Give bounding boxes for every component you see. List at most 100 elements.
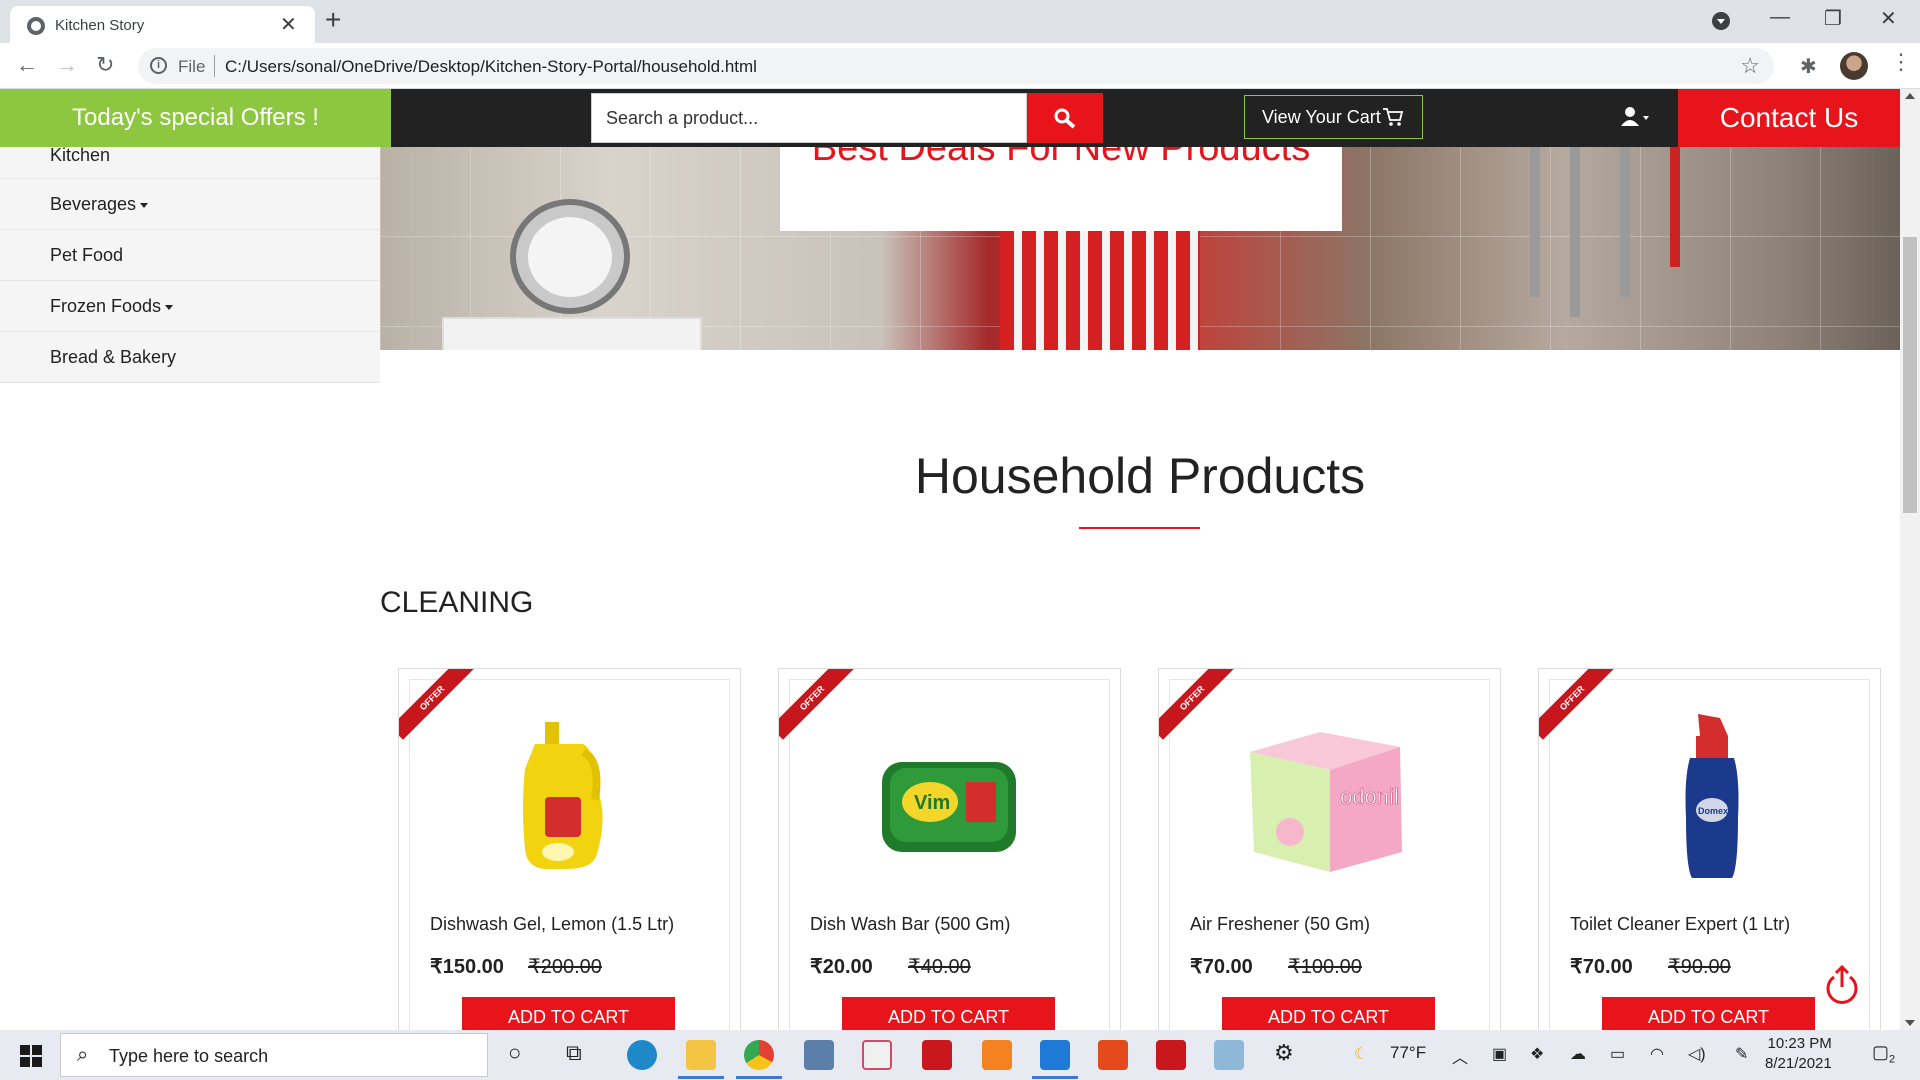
product-name[interactable]: Toilet Cleaner Expert (1 Ltr) xyxy=(1570,914,1790,935)
moon-weather-icon: ☾ xyxy=(1354,1046,1369,1063)
search-icon: ⌕ xyxy=(77,1044,89,1066)
page-title: Household Products xyxy=(914,448,1366,504)
notification-count: 2 xyxy=(1889,1053,1896,1066)
minimize-button[interactable]: — xyxy=(1770,6,1790,29)
sidebar-item-label: Pet Food xyxy=(50,245,124,265)
banner-utensil-image xyxy=(1570,147,1580,317)
snipping-tool-icon[interactable] xyxy=(862,1040,892,1070)
bookmark-star-icon[interactable]: ☆ xyxy=(1740,53,1760,79)
banner-socket-image xyxy=(442,317,702,350)
vscode-icon[interactable] xyxy=(1040,1040,1070,1070)
user-icon[interactable] xyxy=(1621,106,1651,128)
product-mrp: ₹90.00 xyxy=(1668,956,1731,978)
banner-utensil-image xyxy=(1670,147,1680,267)
title-underline xyxy=(1079,527,1200,529)
product-card-inner: odonil OFFER Air Freshener (50 Gm) ₹70.0… xyxy=(1159,669,1490,1030)
product-name[interactable]: Dish Wash Bar (500 Gm) xyxy=(810,914,1010,935)
sidebar-item-frozen-foods[interactable]: Frozen Foods xyxy=(0,281,380,332)
scroll-up-arrow-icon[interactable] xyxy=(1905,93,1915,99)
new-tab-button[interactable]: + xyxy=(325,4,341,36)
notification-center-icon[interactable]: ▢2 xyxy=(1872,1042,1895,1066)
meet-now-icon[interactable]: ▣ xyxy=(1492,1044,1507,1064)
start-tile xyxy=(32,1045,42,1055)
profile-avatar[interactable] xyxy=(1840,52,1868,80)
caret-down-icon xyxy=(165,304,174,310)
cortana-circle-icon[interactable]: ○ xyxy=(508,1040,521,1066)
mcafee-shield-icon[interactable] xyxy=(922,1040,952,1070)
wifi-icon[interactable]: ◠ xyxy=(1650,1044,1664,1064)
browser-menu-icon[interactable]: ⋮ xyxy=(1890,49,1912,75)
back-arrow-icon[interactable]: ← xyxy=(16,52,38,78)
product-name[interactable]: Air Freshener (50 Gm) xyxy=(1190,914,1370,935)
sidebar-item-pet-food[interactable]: Pet Food xyxy=(0,230,380,281)
special-offers-link[interactable]: Today's special Offers ! xyxy=(0,89,391,147)
volume-icon[interactable]: ◁) xyxy=(1688,1044,1706,1064)
sidebar-item-beverages[interactable]: Beverages xyxy=(0,179,380,230)
calculator-icon[interactable] xyxy=(804,1040,834,1070)
banner-headline: Best Deals For New Products xyxy=(811,147,1311,169)
caret-down-icon xyxy=(140,202,149,208)
scrollbar-thumb[interactable] xyxy=(1903,237,1917,513)
scroll-down-arrow-icon[interactable] xyxy=(1905,1020,1915,1026)
file-explorer-icon[interactable] xyxy=(686,1040,716,1070)
task-view-icon[interactable]: ⧉ xyxy=(566,1040,582,1066)
product-card: Vim OFFER Dish Wash Bar (500 Gm) ₹20.00 … xyxy=(778,668,1121,1030)
tab-close-icon[interactable]: ✕ xyxy=(280,12,297,37)
product-image-dish-wash-bar: Vim xyxy=(882,762,1016,852)
taskbar-search-box[interactable]: ⌕ Type here to search xyxy=(60,1033,488,1077)
mcafee-alt-icon[interactable] xyxy=(1156,1040,1186,1070)
maximize-button[interactable]: ❐ xyxy=(1824,6,1842,31)
sidebar-item-bread-bakery[interactable]: Bread & Bakery xyxy=(0,332,380,383)
info-icon[interactable]: i xyxy=(150,57,167,74)
browser-tab[interactable]: Kitchen Story ✕ xyxy=(10,6,315,43)
battery-icon[interactable]: ▭ xyxy=(1610,1044,1625,1064)
chrome-browser-icon[interactable] xyxy=(744,1040,774,1070)
view-cart-button[interactable]: View Your Cart xyxy=(1244,95,1423,139)
add-to-cart-button[interactable]: ADD TO CART xyxy=(842,997,1055,1030)
product-card-inner: Domex OFFER Toilet Cleaner Expert (1 Ltr… xyxy=(1539,669,1870,1030)
category-heading: CLEANING xyxy=(380,586,534,619)
address-bar[interactable]: i File C:/Users/sonal/OneDrive/Desktop/K… xyxy=(138,48,1774,84)
scroll-to-top-icon[interactable] xyxy=(1824,965,1860,1005)
xampp-icon[interactable] xyxy=(982,1040,1012,1070)
pen-icon[interactable]: ✎ xyxy=(1735,1044,1748,1064)
dropbox-icon[interactable]: ❖ xyxy=(1530,1044,1544,1064)
product-price: ₹20.00 xyxy=(810,956,873,978)
tray-chevron-up-icon[interactable]: ︿ xyxy=(1452,1044,1468,1068)
add-to-cart-button[interactable]: ADD TO CART xyxy=(1602,997,1815,1030)
banner-clock-image xyxy=(510,199,630,314)
contact-us-link[interactable]: Contact Us xyxy=(1678,89,1900,147)
search-button[interactable] xyxy=(1027,93,1103,143)
product-card-inner: OFFER Dishwash Gel, Lemon (1.5 Ltr) ₹150… xyxy=(399,669,730,1030)
url-text[interactable]: C:/Users/sonal/OneDrive/Desktop/Kitchen-… xyxy=(225,57,757,77)
tab-title: Kitchen Story xyxy=(55,17,145,34)
extensions-puzzle-icon[interactable]: ✱ xyxy=(1800,54,1817,79)
windows-start-icon[interactable] xyxy=(20,1045,42,1067)
scheme-label: File xyxy=(178,57,206,76)
weather-temperature[interactable]: 77°F xyxy=(1390,1043,1426,1063)
tab-search-icon[interactable] xyxy=(1712,12,1730,30)
product-name[interactable]: Dishwash Gel, Lemon (1.5 Ltr) xyxy=(430,914,674,935)
add-to-cart-button[interactable]: ADD TO CART xyxy=(462,997,675,1030)
product-search-input[interactable] xyxy=(591,93,1027,143)
forward-arrow-icon[interactable]: → xyxy=(56,52,78,78)
window-close-button[interactable]: ✕ xyxy=(1880,6,1897,31)
settings-gear-icon[interactable]: ⚙ xyxy=(1274,1040,1294,1066)
product-card: odonil OFFER Air Freshener (50 Gm) ₹70.0… xyxy=(1158,668,1501,1030)
product-image-dishwash-gel xyxy=(523,722,603,869)
sidebar-item-kitchen[interactable]: Kitchen xyxy=(0,146,380,179)
notepad-icon[interactable] xyxy=(1214,1040,1244,1070)
office-icon[interactable] xyxy=(1098,1040,1128,1070)
onedrive-cloud-icon[interactable]: ☁ xyxy=(1570,1044,1586,1064)
add-to-cart-button[interactable]: ADD TO CART xyxy=(1222,997,1435,1030)
edge-browser-icon[interactable] xyxy=(627,1040,657,1070)
system-clock[interactable]: 10:23 PM 8/21/2021 xyxy=(1765,1034,1832,1074)
taskbar-search-placeholder: Type here to search xyxy=(109,1046,269,1066)
sidebar-item-label: Frozen Foods xyxy=(50,296,162,316)
category-sidebar: Kitchen Beverages Pet Food Frozen Foods … xyxy=(0,146,380,383)
sidebar-item-label: Beverages xyxy=(50,194,137,214)
svg-text:Domex: Domex xyxy=(1698,806,1728,816)
site-navbar: Today's special Offers ! View Your Cart … xyxy=(0,89,1900,147)
page-scrollbar[interactable] xyxy=(1900,89,1920,1030)
reload-icon[interactable]: ↻ xyxy=(96,52,114,78)
